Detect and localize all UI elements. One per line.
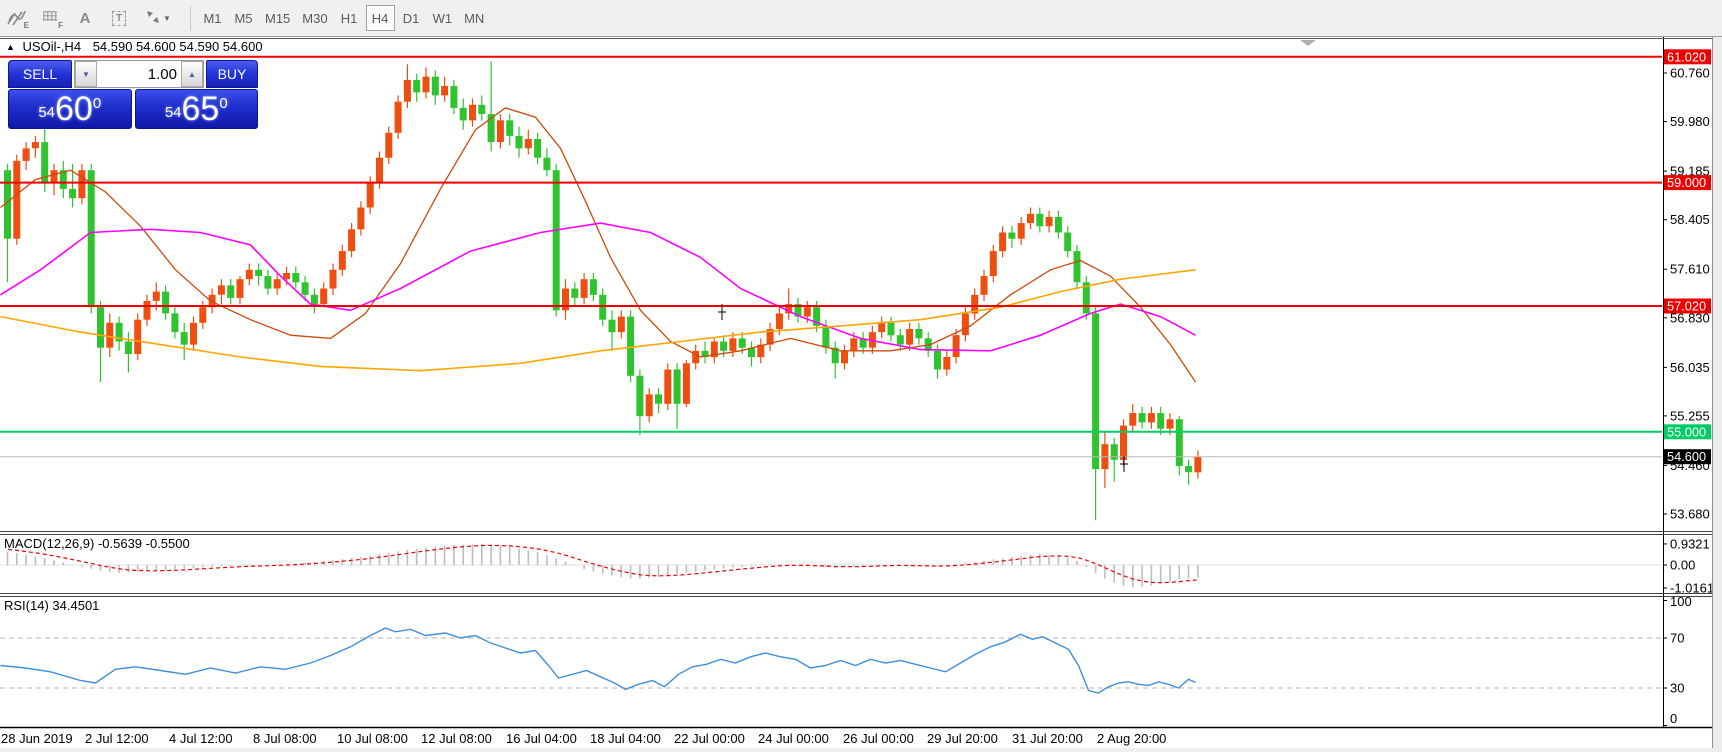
time-tick-label: 18 Jul 04:00	[590, 731, 661, 746]
time-tick-label: 28 Jun 2019	[1, 731, 73, 746]
rsi-pane-label: RSI(14) 34.4501	[4, 598, 99, 613]
timeframe-d1[interactable]: D1	[397, 5, 426, 31]
price-tick-label: 53.680	[1670, 507, 1710, 522]
rsi-tick-label: 0	[1670, 711, 1677, 726]
timeframe-mn[interactable]: MN	[459, 5, 489, 31]
time-tick-label: 24 Jul 00:00	[758, 731, 829, 746]
trade-panel-price-row: 54600 54650	[8, 89, 258, 129]
rsi-name: RSI(14)	[4, 598, 49, 613]
macd-pane-label: MACD(12,26,9) -0.5639 -0.5500	[4, 536, 190, 551]
sell-price-small: 54	[38, 100, 55, 126]
collapse-triangle-icon[interactable]: ▲	[6, 42, 15, 52]
grid-button[interactable]: F	[36, 4, 66, 32]
price-tick-label: 60.760	[1670, 66, 1710, 81]
price-tag-text: 57.020	[1667, 299, 1706, 314]
time-tick-label: 22 Jul 00:00	[674, 731, 745, 746]
volume-increase-button[interactable]: ▲	[181, 61, 203, 87]
sell-button[interactable]: SELL	[8, 60, 72, 88]
rsi-value: 34.4501	[52, 598, 99, 613]
volume-input[interactable]	[97, 61, 181, 87]
sell-price-button[interactable]: 54600	[8, 89, 132, 129]
time-tick-label: 26 Jul 00:00	[843, 731, 914, 746]
price-tag-text: 61.020	[1667, 49, 1706, 64]
timeframe-h1[interactable]: H1	[335, 5, 364, 31]
buy-button[interactable]: BUY	[206, 60, 258, 88]
macd-values: -0.5639 -0.5500	[98, 536, 190, 551]
price-tag-text: 54.600	[1667, 449, 1706, 464]
text-box-icon: T	[112, 11, 126, 26]
ma-slow-line	[1, 270, 1196, 371]
price-tick-label: 58.405	[1670, 212, 1710, 227]
price-tag-text: 59.000	[1667, 175, 1706, 190]
ma-medium-line	[1, 223, 1196, 351]
time-tick-label: 29 Jul 20:00	[927, 731, 998, 746]
text-box-button[interactable]: T	[104, 4, 134, 32]
time-tick-label: 2 Aug 20:00	[1097, 731, 1166, 746]
timeframe-group: M1M5M15M30H1H4D1W1MN	[197, 5, 490, 31]
volume-decrease-button[interactable]: ▼	[75, 61, 97, 87]
sell-price-big: 60	[55, 92, 93, 126]
chart-canvas[interactable]: 60.76059.98059.18558.40557.61056.83056.0…	[0, 0, 1722, 752]
chevron-down-icon: ▼	[163, 14, 171, 23]
right-edge-panel	[1712, 37, 1722, 752]
text-label-icon: A	[80, 10, 91, 27]
timeframe-m30[interactable]: M30	[297, 5, 332, 31]
chart-title: ▲ USOil-,H4 54.590 54.600 54.590 54.600	[6, 39, 263, 54]
price-tick-label: 57.610	[1670, 262, 1710, 277]
text-label-button[interactable]: A	[70, 4, 100, 32]
trade-panel-top-row: SELL ▼ ▲ BUY	[8, 60, 258, 88]
trading-terminal: E F A T ▼ M1M5M15M30H1H4D1W1MN ▲ USOil-,…	[0, 0, 1722, 752]
buy-price-pip: 0	[219, 96, 227, 111]
symbol-label: USOil-,H4	[23, 39, 82, 54]
buy-price-big: 65	[182, 92, 220, 126]
buy-price-button[interactable]: 54650	[135, 89, 259, 129]
timeframe-m1[interactable]: M1	[198, 5, 227, 31]
expert-indicator-button[interactable]: E	[2, 4, 32, 32]
time-tick-label: 12 Jul 08:00	[421, 731, 492, 746]
timeframe-m15[interactable]: M15	[260, 5, 295, 31]
volume-group: ▼ ▲	[74, 60, 204, 88]
candles-layer	[4, 61, 1201, 520]
macd-name: MACD(12,26,9)	[4, 536, 94, 551]
cursor-mode-icon	[145, 9, 161, 28]
window-drop-marker	[1300, 40, 1316, 46]
time-tick-label: 10 Jul 08:00	[337, 731, 408, 746]
rsi-tick-label: 100	[1670, 594, 1692, 609]
ma-fast-line	[1, 108, 1196, 382]
bottom-edge	[0, 748, 1713, 752]
cursor-mode-button[interactable]: ▼	[138, 4, 178, 32]
time-tick-label: 4 Jul 12:00	[169, 731, 233, 746]
price-tick-label: 55.255	[1670, 408, 1710, 423]
time-tick-label: 16 Jul 04:00	[506, 731, 577, 746]
time-tick-label: 8 Jul 08:00	[253, 731, 317, 746]
price-tick-label: 56.035	[1670, 360, 1710, 375]
time-tick-label: 2 Jul 12:00	[85, 731, 149, 746]
ohlc-values: 54.590 54.600 54.590 54.600	[93, 39, 263, 54]
sell-price-pip: 0	[93, 96, 101, 111]
rsi-tick-label: 70	[1670, 631, 1684, 646]
price-tag-text: 55.000	[1667, 424, 1706, 439]
time-tick-label: 31 Jul 20:00	[1012, 731, 1083, 746]
timeframe-m5[interactable]: M5	[229, 5, 258, 31]
one-click-trade-panel: SELL ▼ ▲ BUY 54600 54650	[8, 60, 258, 129]
buy-price-small: 54	[165, 100, 182, 126]
price-tick-label: 59.980	[1670, 114, 1710, 129]
toolbar: E F A T ▼ M1M5M15M30H1H4D1W1MN	[0, 0, 1722, 37]
macd-tick-label: 0.00	[1670, 558, 1695, 573]
timeframe-w1[interactable]: W1	[428, 5, 458, 31]
toolbar-separator	[190, 5, 191, 31]
rsi-tick-label: 30	[1670, 681, 1684, 696]
timeframe-h4[interactable]: H4	[366, 5, 395, 31]
macd-tick-label: 0.9321	[1670, 536, 1710, 551]
